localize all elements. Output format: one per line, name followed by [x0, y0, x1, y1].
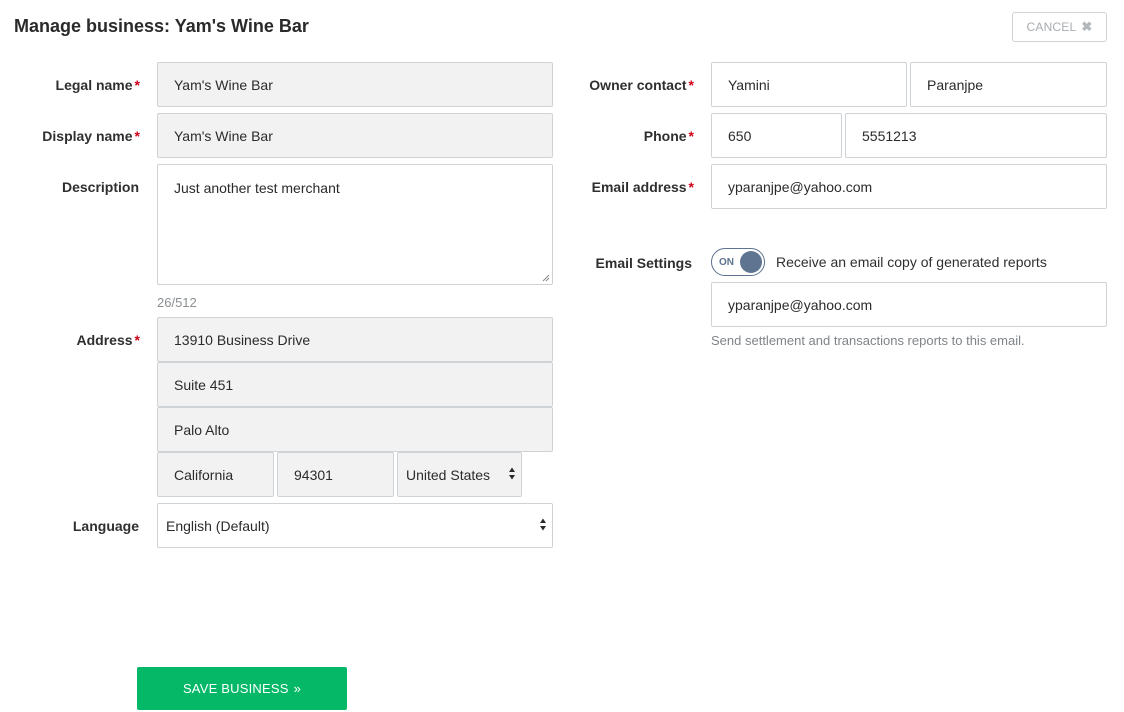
report-email-input[interactable]: yparanjpe@yahoo.com — [711, 282, 1107, 327]
report-email-help-text: Send settlement and transactions reports… — [711, 333, 1025, 348]
address-city-value: Palo Alto — [174, 421, 230, 438]
language-label: Language — [72, 518, 139, 534]
description-counter: 26/512 — [157, 295, 197, 310]
email-settings-label: Email Settings — [595, 255, 692, 271]
display-name-field[interactable]: Yam's Wine Bar — [157, 113, 553, 158]
cancel-label: CANCEL — [1026, 20, 1077, 34]
save-business-button[interactable]: SAVE BUSINESS » — [137, 667, 347, 710]
description-value: Just another test merchant — [174, 180, 340, 196]
select-arrows-icon — [539, 517, 547, 534]
phone-number-value: 5551213 — [862, 127, 917, 144]
address-line2-field[interactable]: Suite 451 — [157, 362, 553, 407]
address-state-field[interactable]: California — [157, 452, 274, 497]
save-business-label: SAVE BUSINESS — [182, 681, 289, 696]
language-select[interactable]: English (Default) — [157, 503, 553, 548]
report-email-value: yparanjpe@yahoo.com — [728, 296, 873, 313]
owner-first-name-input[interactable]: Yamini — [711, 62, 907, 107]
description-textarea[interactable]: Just another test merchant — [157, 164, 553, 285]
toggle-state-text: ON — [719, 257, 734, 268]
legal-name-field[interactable]: Yam's Wine Bar — [157, 62, 553, 107]
email-value: yparanjpe@yahoo.com — [728, 178, 873, 195]
description-label: Description — [61, 179, 139, 195]
address-zip-field[interactable]: 94301 — [277, 452, 394, 497]
country-select[interactable]: United States — [397, 452, 522, 497]
phone-label: Phone * — [643, 128, 694, 144]
toggle-label: Receive an email copy of generated repor… — [776, 254, 1047, 270]
display-name-value: Yam's Wine Bar — [174, 127, 273, 144]
close-icon: ✖ — [1081, 19, 1093, 34]
address-label: Address * — [76, 332, 140, 348]
address-line1-field[interactable]: 13910 Business Drive — [157, 317, 553, 362]
page-title: Manage business: Yam's Wine Bar — [14, 16, 309, 36]
legal-name-value: Yam's Wine Bar — [174, 76, 273, 93]
legal-name-label: Legal name * — [55, 77, 140, 93]
owner-contact-label: Owner contact * — [589, 77, 694, 93]
email-report-toggle[interactable]: ON — [711, 248, 765, 276]
address-state-value: California — [174, 466, 234, 483]
display-name-label: Display name * — [42, 128, 140, 144]
cancel-button[interactable]: CANCEL ✖ — [1012, 12, 1107, 42]
double-chevron-right-icon: » — [293, 681, 302, 696]
country-value: United States — [406, 466, 491, 483]
email-label: Email address * — [591, 179, 694, 195]
phone-area-code-input[interactable]: 650 — [711, 113, 842, 158]
email-input[interactable]: yparanjpe@yahoo.com — [711, 164, 1107, 209]
address-zip-value: 94301 — [294, 466, 333, 483]
select-arrows-icon — [508, 466, 516, 483]
language-value: English (Default) — [166, 517, 270, 534]
address-line1-value: 13910 Business Drive — [174, 331, 311, 348]
address-city-field[interactable]: Palo Alto — [157, 407, 553, 452]
owner-last-name-value: Paranjpe — [927, 76, 984, 93]
address-line2-value: Suite 451 — [174, 376, 234, 393]
owner-last-name-input[interactable]: Paranjpe — [910, 62, 1107, 107]
phone-number-input[interactable]: 5551213 — [845, 113, 1107, 158]
resize-grip-icon[interactable] — [542, 274, 550, 282]
owner-first-name-value: Yamini — [728, 76, 770, 93]
toggle-knob — [740, 251, 762, 273]
phone-area-code-value: 650 — [728, 127, 752, 144]
